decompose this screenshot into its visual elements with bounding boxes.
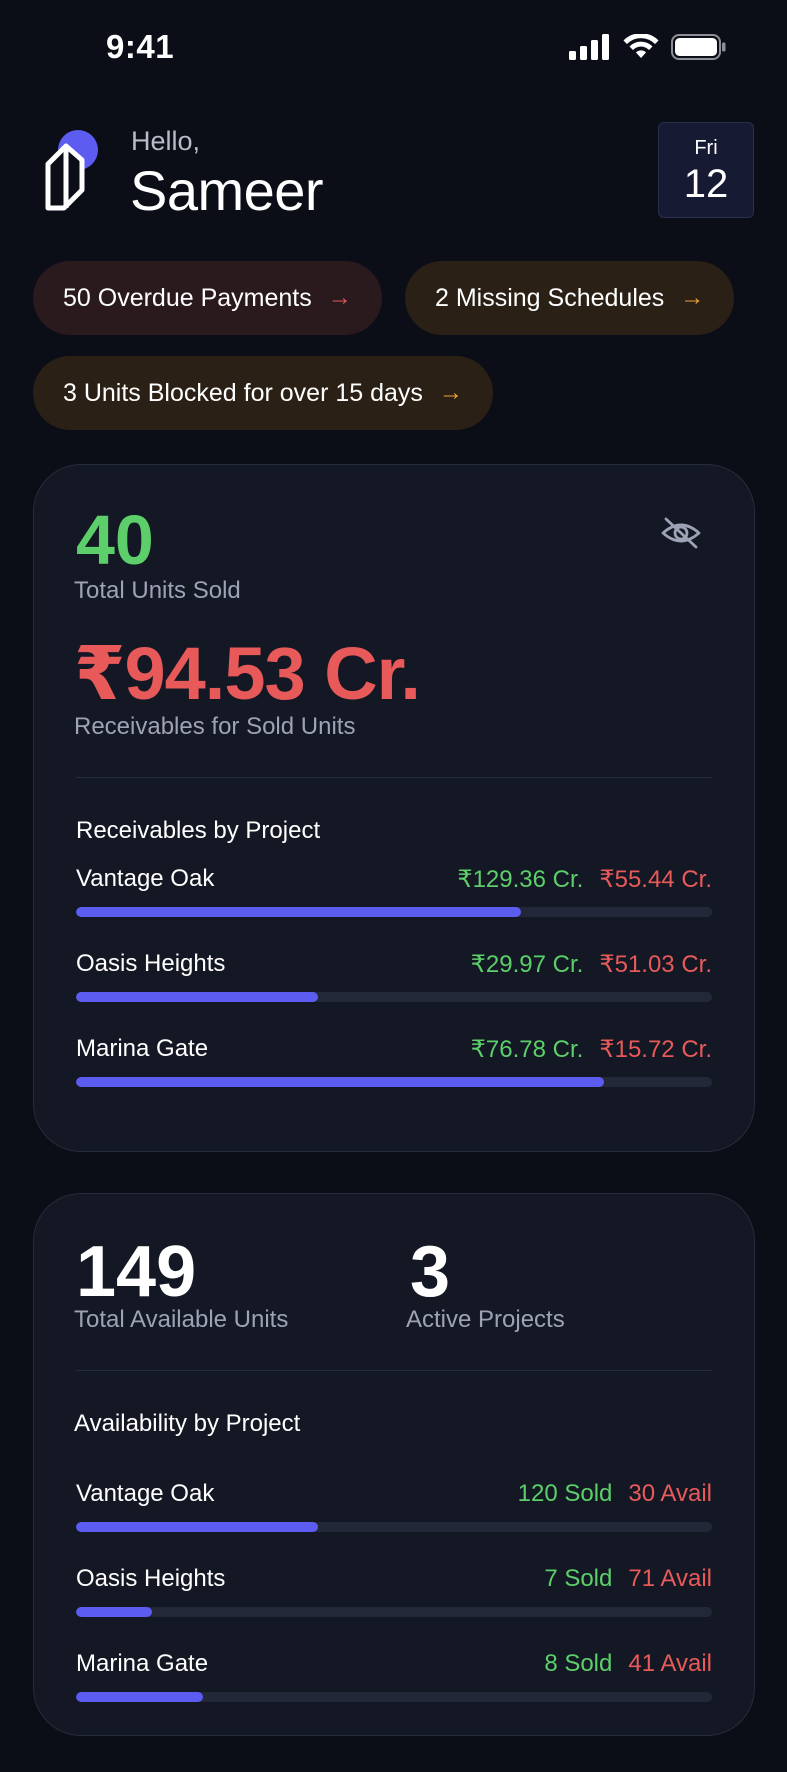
received-amount: ₹76.78 Cr. <box>470 1036 584 1063</box>
progress-track <box>76 1077 712 1087</box>
receivables-project-row[interactable]: Vantage Oak ₹129.36 Cr. ₹55.44 Cr. <box>76 865 712 925</box>
date-day: Fri <box>694 137 718 159</box>
arrow-right-icon: → <box>680 284 705 311</box>
arrow-right-icon: → <box>327 284 352 311</box>
pending-amount: ₹55.44 Cr. <box>599 866 712 893</box>
sold-count: 120 Sold <box>517 1480 613 1507</box>
chip-label: 3 Units Blocked for over 15 days <box>63 378 423 407</box>
overdue-payments-chip[interactable]: 50 Overdue Payments → <box>33 261 382 335</box>
project-name: Vantage Oak <box>76 1480 215 1507</box>
available-count: 30 Avail <box>628 1480 712 1507</box>
date-badge[interactable]: Fri 12 <box>658 122 754 218</box>
availability-project-row[interactable]: Vantage Oak 120 Sold 30 Avail <box>76 1480 712 1540</box>
project-name: Vantage Oak <box>76 865 215 892</box>
missing-schedules-chip[interactable]: 2 Missing Schedules → <box>405 261 735 335</box>
divider <box>76 777 712 778</box>
project-name: Oasis Heights <box>76 950 226 977</box>
progress-fill <box>76 907 522 917</box>
availability-project-row[interactable]: Marina Gate 8 Sold 41 Avail <box>76 1650 712 1710</box>
available-count: 71 Avail <box>628 1565 712 1592</box>
user-name: Sameer <box>130 159 324 222</box>
progress-track <box>76 1607 712 1617</box>
divider <box>76 1370 712 1371</box>
total-units-sold-label: Total Units Sold <box>74 577 241 604</box>
progress-fill <box>76 992 318 1002</box>
project-name: Marina Gate <box>76 1650 209 1677</box>
sold-count: 8 Sold <box>544 1650 613 1677</box>
project-values: ₹76.78 Cr. ₹15.72 Cr. <box>471 1035 712 1064</box>
chip-label: 2 Missing Schedules <box>435 283 665 312</box>
project-values: 7 Sold 71 Avail <box>544 1565 712 1593</box>
units-blocked-chip[interactable]: 3 Units Blocked for over 15 days → <box>33 356 493 430</box>
active-projects-label: Active Projects <box>406 1306 565 1333</box>
pending-amount: ₹51.03 Cr. <box>599 951 712 978</box>
wifi-icon <box>623 34 659 58</box>
received-amount: ₹29.97 Cr. <box>470 951 584 978</box>
progress-track <box>76 992 712 1002</box>
brand-logo-icon <box>44 128 104 214</box>
active-projects-value: 3 <box>410 1232 451 1312</box>
total-available-units-value: 149 <box>76 1232 197 1312</box>
receivables-value: ₹94.53 Cr. <box>74 632 421 715</box>
available-count: 41 Avail <box>628 1650 712 1677</box>
date-number: 12 <box>683 162 729 206</box>
receivables-label: Receivables for Sold Units <box>74 713 356 740</box>
receivables-project-row[interactable]: Marina Gate ₹76.78 Cr. ₹15.72 Cr. <box>76 1035 712 1095</box>
progress-fill <box>76 1522 318 1532</box>
project-values: 8 Sold 41 Avail <box>544 1650 712 1678</box>
project-name: Marina Gate <box>76 1035 209 1062</box>
receivables-project-row[interactable]: Oasis Heights ₹29.97 Cr. ₹51.03 Cr. <box>76 950 712 1010</box>
total-available-units-label: Total Available Units <box>74 1306 289 1333</box>
status-time: 9:41 <box>106 28 175 65</box>
progress-track <box>76 1692 712 1702</box>
status-bar: 9:41 <box>0 0 787 100</box>
project-values: ₹29.97 Cr. ₹51.03 Cr. <box>471 950 712 979</box>
progress-fill <box>76 1607 153 1617</box>
eye-off-icon[interactable] <box>660 515 702 551</box>
status-icons <box>569 34 727 60</box>
progress-track <box>76 907 712 917</box>
progress-track <box>76 1522 712 1532</box>
battery-icon <box>671 34 726 60</box>
availability-section-title: Availability by Project <box>74 1410 301 1437</box>
cellular-signal-icon <box>569 34 609 60</box>
availability-project-row[interactable]: Oasis Heights 7 Sold 71 Avail <box>76 1565 712 1625</box>
progress-fill <box>76 1077 604 1087</box>
project-values: ₹129.36 Cr. ₹55.44 Cr. <box>457 865 712 894</box>
pending-amount: ₹15.72 Cr. <box>599 1036 712 1063</box>
sales-summary-card: 40 Total Units Sold ₹94.53 Cr. Receivabl… <box>33 464 755 1152</box>
project-values: 120 Sold 30 Avail <box>518 1480 712 1508</box>
received-amount: ₹129.36 Cr. <box>457 866 584 893</box>
sold-count: 7 Sold <box>544 1565 613 1592</box>
chip-label: 50 Overdue Payments <box>63 283 312 312</box>
receivables-section-title: Receivables by Project <box>76 817 321 844</box>
project-name: Oasis Heights <box>76 1565 226 1592</box>
availability-summary-card: 149 Total Available Units 3 Active Proje… <box>33 1193 755 1736</box>
total-units-sold-value: 40 <box>76 501 154 579</box>
progress-fill <box>76 1692 204 1702</box>
greeting-text: Hello, <box>131 126 201 156</box>
arrow-right-icon: → <box>438 379 463 406</box>
